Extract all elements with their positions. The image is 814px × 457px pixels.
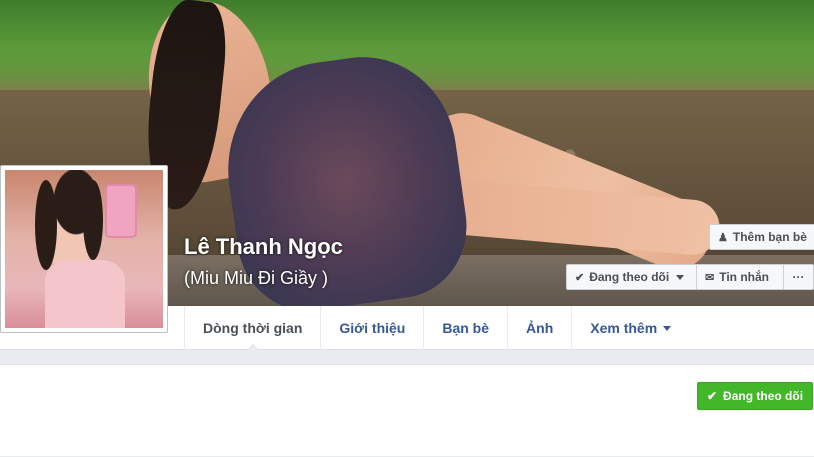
tab-more[interactable]: Xem thêm [571,306,689,350]
more-options-button[interactable]: ··· [783,264,814,290]
message-button[interactable]: ✉ Tin nhắn [696,264,783,290]
content-panel: ✔ Đang theo dõi [0,364,814,457]
profile-page: Lê Thanh Ngọc (Miu Miu Đi Giầy ) ♟ Thêm … [0,0,814,457]
tab-friends[interactable]: Bạn bè [423,306,507,350]
message-label: Tin nhắn [719,270,769,284]
chevron-down-icon [676,274,685,280]
message-icon: ✉ [705,271,715,284]
profile-name[interactable]: Lê Thanh Ngọc [184,234,343,260]
tab-about[interactable]: Giới thiệu [320,306,423,350]
avatar-phone [105,184,137,238]
profile-alternate-name: (Miu Miu Đi Giầy ) [184,268,329,288]
follow-status-label: Đang theo dõi [723,389,804,403]
tab-timeline[interactable]: Dòng thời gian [184,306,320,351]
tab-friends-label: Bạn bè [442,320,490,336]
following-button[interactable]: ✔ Đang theo dõi [566,264,696,290]
checkmark-icon: ✔ [706,389,718,403]
chevron-down-icon [663,325,672,331]
add-friend-button[interactable]: ♟ Thêm bạn bè [709,224,814,250]
add-friend-label: Thêm bạn bè [732,230,807,244]
tab-photos-label: Ảnh [526,320,554,336]
tab-more-label: Xem thêm [590,320,658,336]
tab-timeline-label: Dòng thời gian [203,320,303,336]
profile-picture[interactable] [5,170,163,328]
profile-tabs: Dòng thời gian Giới thiệu Bạn bè Ảnh Xem… [184,306,689,351]
profile-picture-frame[interactable] [0,165,168,333]
add-friend-icon: ♟ [718,231,728,244]
content-gap [0,350,814,364]
tab-about-label: Giới thiệu [339,320,406,336]
avatar-hair-left [35,180,57,270]
more-icon: ··· [792,270,805,284]
follow-status-button[interactable]: ✔ Đang theo dõi [697,382,813,410]
checkmark-icon: ✔ [575,271,585,284]
tab-photos[interactable]: Ảnh [507,306,571,350]
following-label: Đang theo dõi [589,270,670,284]
avatar-hair-right [83,180,103,260]
avatar-dress [45,260,125,328]
